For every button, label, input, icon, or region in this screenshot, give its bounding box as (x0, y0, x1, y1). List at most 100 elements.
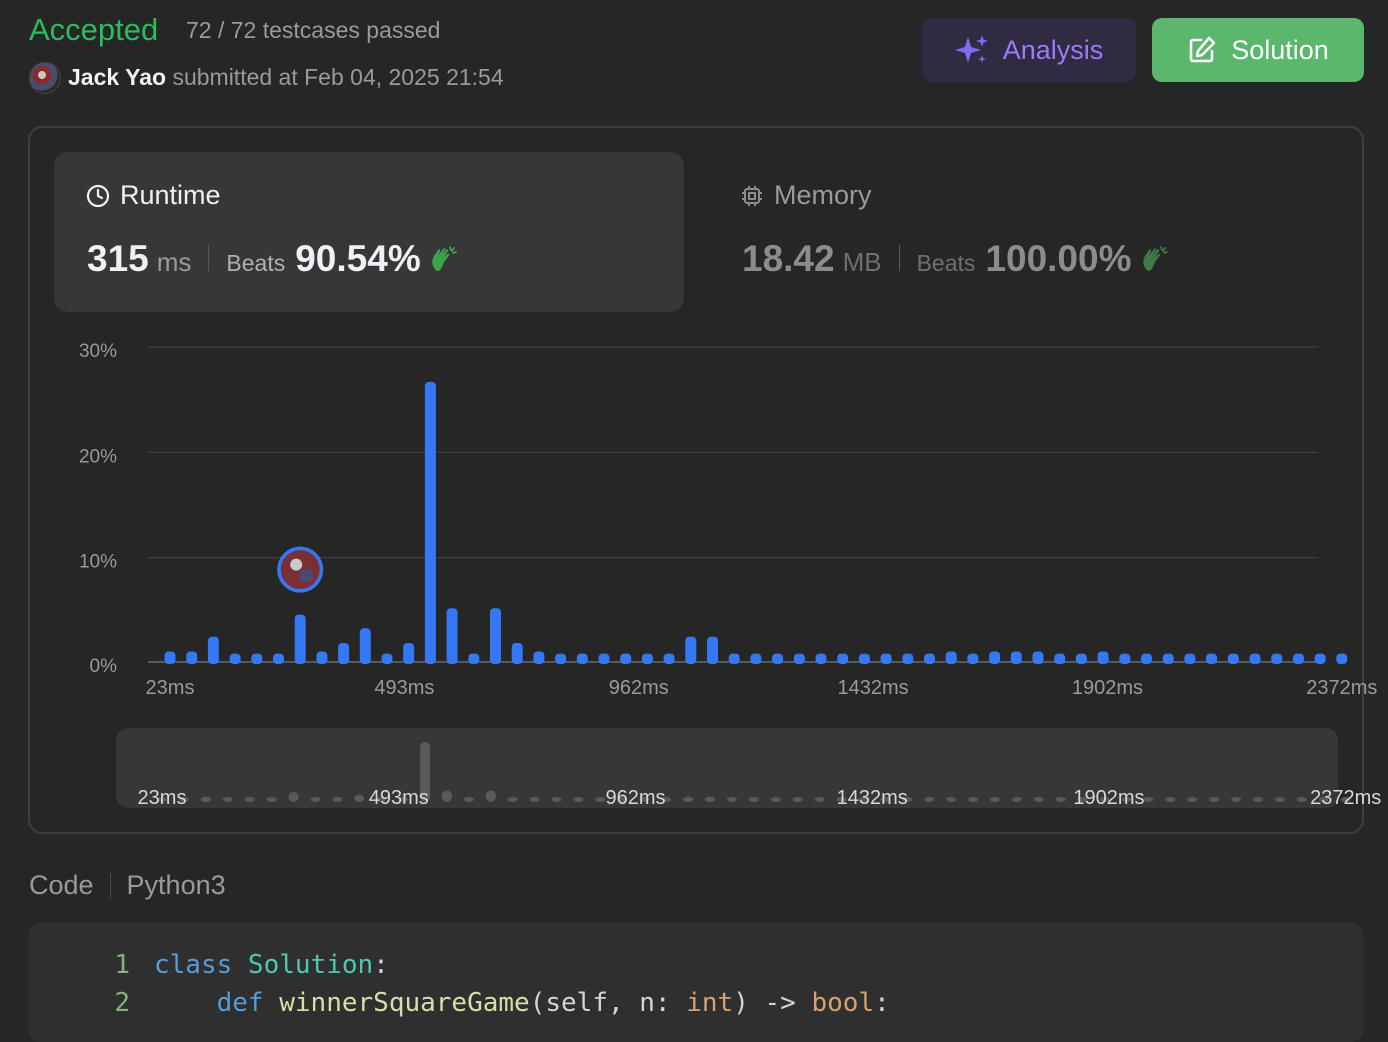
runtime-bar[interactable] (424, 381, 436, 664)
runtime-bar[interactable] (316, 651, 328, 664)
runtime-bar[interactable] (989, 651, 1001, 664)
mini-bar (310, 797, 321, 802)
runtime-bar[interactable] (1184, 653, 1196, 664)
runtime-bar[interactable] (490, 608, 501, 664)
mini-bar (288, 791, 299, 802)
chart-range-navigator[interactable] (116, 728, 1338, 808)
runtime-bar[interactable] (750, 653, 762, 664)
runtime-bar[interactable] (815, 653, 827, 664)
runtime-bar[interactable] (207, 636, 219, 664)
runtime-bar[interactable] (1054, 653, 1066, 664)
runtime-bar[interactable] (1097, 651, 1109, 664)
runtime-bar[interactable] (468, 653, 480, 664)
runtime-bar[interactable] (403, 643, 415, 664)
mini-bar (244, 797, 255, 802)
runtime-bar[interactable] (945, 651, 957, 664)
code-token: : (373, 950, 389, 980)
mini-bar (1011, 797, 1022, 802)
runtime-bar[interactable] (294, 614, 306, 664)
mini-bar (946, 797, 957, 802)
code-token: ) -> (733, 988, 812, 1018)
runtime-bar[interactable] (924, 653, 935, 664)
line-number: 2 (114, 988, 130, 1018)
runtime-bar[interactable] (707, 636, 718, 664)
runtime-bar[interactable] (837, 653, 849, 664)
mini-bar (1296, 797, 1307, 802)
runtime-bar[interactable] (641, 653, 653, 664)
runtime-bar[interactable] (1314, 653, 1326, 664)
avatar (280, 550, 320, 590)
mini-bar (770, 797, 781, 802)
code-editor[interactable]: 1 class Solution: 2 def winnerSquareGame(s… (28, 922, 1364, 1042)
runtime-bar[interactable] (1119, 653, 1131, 664)
mini-bar (989, 797, 1000, 802)
mini-bar (683, 796, 694, 802)
runtime-bar[interactable] (533, 651, 545, 664)
code-label: Code (29, 870, 94, 900)
runtime-bar[interactable] (902, 653, 914, 664)
code-line[interactable]: 2 def winnerSquareGame(self, n: int) -> … (94, 988, 890, 1018)
runtime-bar[interactable] (728, 653, 740, 664)
runtime-bar[interactable] (967, 653, 979, 664)
runtime-bar[interactable] (1206, 653, 1218, 664)
code-token: winnerSquareGame (279, 988, 530, 1018)
runtime-bar[interactable] (511, 643, 523, 664)
runtime-bar[interactable] (446, 608, 458, 664)
runtime-bar[interactable] (1162, 653, 1174, 664)
runtime-bar[interactable] (1010, 651, 1022, 664)
runtime-bar[interactable] (576, 653, 588, 664)
runtime-bar[interactable] (1249, 653, 1261, 664)
code-token: : (874, 988, 890, 1018)
runtime-bar[interactable] (1292, 653, 1304, 664)
mini-x-label: 23ms (138, 787, 187, 809)
x-tick-label: 2372ms (1306, 677, 1377, 699)
runtime-distribution-chart[interactable]: 0% 10% 20% 30% 23ms 493ms 962ms 1432ms 1902ms 23… (0, 0, 1388, 820)
mini-bar (441, 790, 452, 802)
runtime-bar[interactable] (555, 653, 567, 664)
runtime-bar[interactable] (1075, 653, 1087, 664)
mini-bar (1209, 797, 1220, 802)
runtime-bar[interactable] (251, 653, 263, 664)
code-token: (self, n: (529, 988, 687, 1018)
mini-bar (463, 797, 474, 802)
runtime-bar[interactable] (381, 653, 393, 664)
runtime-bar[interactable] (1271, 653, 1283, 664)
code-token: def (216, 988, 280, 1018)
mini-bar (573, 797, 584, 802)
runtime-bar[interactable] (338, 643, 350, 664)
mini-bar (792, 797, 803, 802)
runtime-bar[interactable] (186, 651, 198, 664)
code-line[interactable]: 1 class Solution: (94, 950, 389, 980)
mini-bar (726, 797, 737, 802)
runtime-bar[interactable] (620, 653, 632, 664)
runtime-bar[interactable] (164, 651, 176, 664)
y-tick-label: 20% (79, 446, 117, 467)
x-tick-label: 493ms (374, 677, 434, 699)
code-language: Python3 (126, 870, 226, 900)
runtime-bar[interactable] (880, 653, 892, 664)
runtime-bar[interactable] (229, 653, 241, 664)
runtime-bar[interactable] (858, 653, 870, 664)
mini-bar (485, 790, 496, 802)
runtime-bar[interactable] (793, 653, 805, 664)
y-tick-label: 0% (90, 656, 118, 677)
mini-bar (354, 794, 365, 802)
runtime-bar[interactable] (273, 653, 284, 664)
runtime-bar[interactable] (772, 653, 784, 664)
runtime-bar[interactable] (359, 628, 371, 664)
mini-bar (705, 796, 715, 802)
mini-bar (1187, 797, 1198, 802)
runtime-bar[interactable] (663, 653, 675, 664)
mini-bar (1231, 797, 1242, 802)
mini-bar (529, 797, 540, 802)
code-token: Solution (247, 950, 374, 980)
avatar-detail (299, 568, 314, 583)
runtime-bar[interactable] (1141, 653, 1152, 664)
runtime-bar[interactable] (685, 636, 697, 664)
runtime-bar[interactable] (598, 653, 610, 664)
runtime-bar[interactable] (1032, 651, 1044, 664)
mini-bar (1033, 797, 1044, 802)
mini-bar (1055, 797, 1066, 802)
runtime-bar[interactable] (1227, 653, 1239, 664)
runtime-bar[interactable] (1336, 653, 1348, 664)
